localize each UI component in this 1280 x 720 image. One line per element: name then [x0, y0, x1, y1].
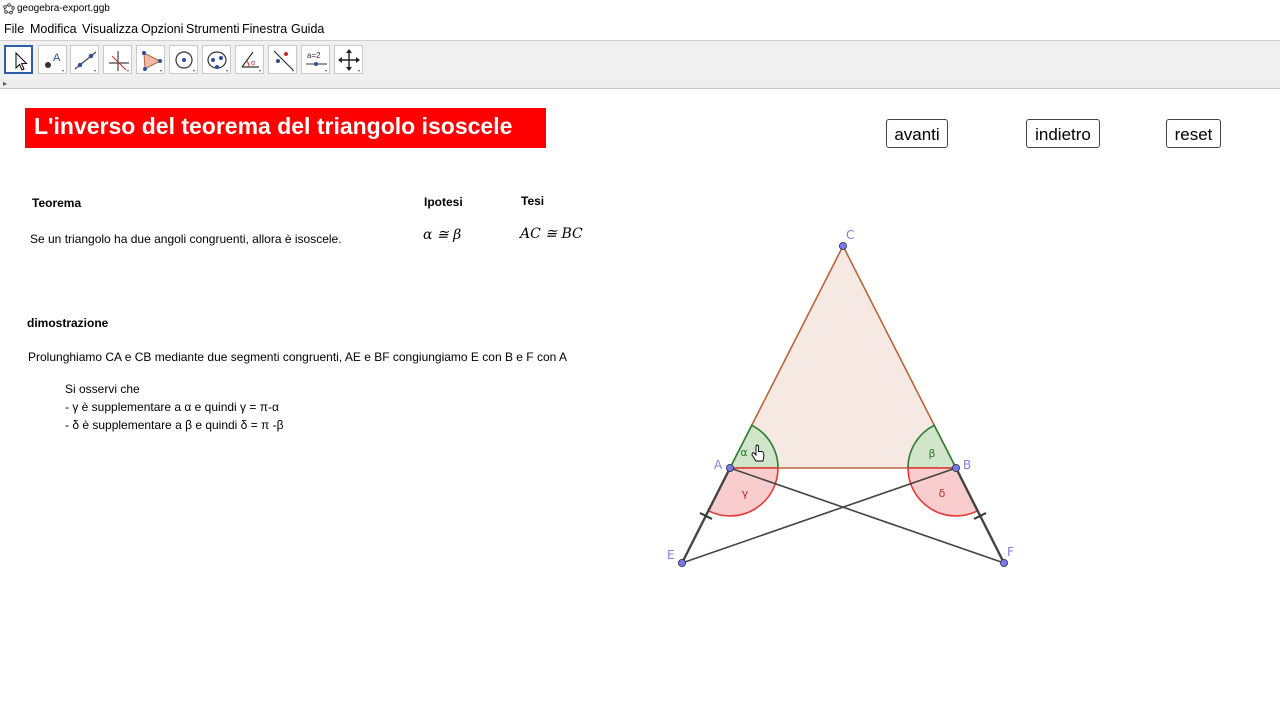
geometry-figure: α β γ δ C A B E F — [667, 228, 1014, 568]
point-e[interactable] — [678, 559, 687, 568]
point-b-label: B — [963, 458, 971, 472]
point-e-label: E — [667, 548, 675, 562]
angle-gamma-label: γ — [742, 487, 749, 500]
point-a-label: A — [714, 458, 723, 472]
point-c[interactable] — [839, 241, 848, 250]
point-b[interactable] — [952, 463, 961, 472]
angle-alpha-label: α — [740, 446, 747, 459]
point-f-label: F — [1007, 545, 1014, 559]
angle-delta-label: δ — [939, 487, 946, 500]
angle-beta-label: β — [928, 447, 935, 460]
point-c-label: C — [846, 228, 854, 242]
point-f[interactable] — [1000, 559, 1009, 568]
point-a[interactable] — [726, 463, 735, 472]
